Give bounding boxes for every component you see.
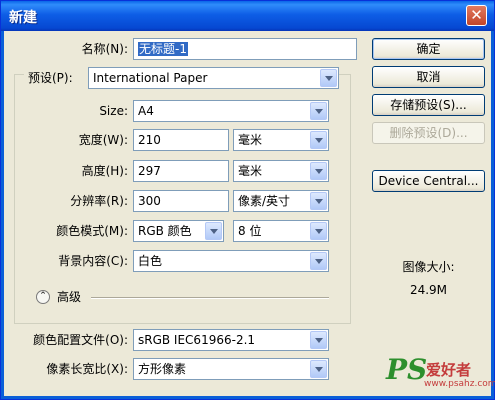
resolution-field[interactable]: 300 [133, 190, 229, 212]
resolution-label: 分辨率(R): [70, 194, 128, 208]
chevron-down-icon [320, 69, 337, 87]
close-button[interactable]: ✕ [466, 5, 487, 26]
preset-select[interactable]: International Paper [88, 67, 339, 89]
width-field[interactable]: 210 [133, 129, 229, 151]
pixel-aspect-label: 像素长宽比(X): [46, 362, 128, 376]
chevron-down-icon [310, 102, 327, 120]
color-profile-select[interactable]: sRGB IEC61966-2.1 [133, 329, 329, 351]
width-unit-select[interactable]: 毫米 [233, 129, 329, 151]
chevron-down-icon [310, 131, 327, 149]
background-label: 背景内容(C): [58, 254, 128, 268]
resolution-unit-select[interactable]: 像素/英寸 [233, 190, 329, 212]
title-bar[interactable]: 新建 ✕ [1, 1, 494, 31]
save-preset-button[interactable]: 存储预设(S)... [372, 94, 485, 116]
height-unit-select[interactable]: 毫米 [233, 160, 329, 182]
dialog-title: 新建 [9, 10, 37, 26]
name-value: 无标题-1 [138, 42, 188, 56]
chevron-down-icon [310, 252, 327, 270]
width-label: 宽度(W): [78, 133, 128, 147]
preset-value: International Paper [93, 71, 208, 85]
color-mode-label: 颜色模式(M): [56, 224, 128, 238]
watermark-logo: PS 爱好者 www.psahz.com [386, 353, 495, 393]
height-unit-value: 毫米 [238, 164, 263, 178]
advanced-divider [91, 297, 329, 299]
cancel-button[interactable]: 取消 [372, 66, 485, 88]
name-field[interactable]: 无标题-1 [133, 38, 357, 60]
color-profile-label: 颜色配置文件(O): [33, 333, 128, 347]
ok-button[interactable]: 确定 [372, 38, 485, 60]
chevron-down-icon [310, 222, 327, 240]
height-field[interactable]: 297 [133, 160, 229, 182]
pixel-aspect-value: 方形像素 [138, 362, 187, 376]
new-document-dialog: 新建 ✕ 名称(N): 无标题-1 预设(P): International P… [0, 0, 495, 400]
image-size-label: 图像大小: [402, 260, 455, 274]
chevron-up-icon: ⌃ [39, 291, 47, 301]
name-label: 名称(N): [81, 42, 128, 56]
color-mode-value: RGB 颜色 [138, 224, 192, 238]
chevron-down-icon [310, 360, 327, 378]
chevron-down-icon [310, 331, 327, 349]
delete-preset-button: 删除预设(D)... [372, 122, 485, 144]
resolution-unit-value: 像素/英寸 [238, 194, 291, 208]
size-value: A4 [138, 104, 154, 118]
advanced-label: 高级 [57, 290, 82, 304]
watermark-cn: 爱好者 [426, 361, 472, 379]
chevron-down-icon [310, 192, 327, 210]
dialog-body: 名称(N): 无标题-1 预设(P): International Paper … [4, 31, 491, 396]
background-select[interactable]: 白色 [133, 250, 329, 272]
watermark-url: www.psahz.com [424, 379, 495, 389]
pixel-aspect-select[interactable]: 方形像素 [133, 358, 329, 380]
width-unit-value: 毫米 [238, 133, 263, 147]
color-mode-select[interactable]: RGB 颜色 [133, 220, 224, 242]
advanced-toggle[interactable]: ⌃ [36, 290, 50, 304]
chevron-down-icon [205, 222, 222, 240]
device-central-button[interactable]: Device Central... [372, 170, 485, 192]
watermark-ps: PS [386, 353, 428, 386]
image-size-value: 24.9M [409, 283, 448, 297]
color-profile-value: sRGB IEC61966-2.1 [138, 333, 256, 347]
size-label: Size: [99, 104, 128, 118]
close-icon: ✕ [470, 6, 483, 24]
bit-depth-select[interactable]: 8 位 [233, 220, 329, 242]
size-select[interactable]: A4 [133, 100, 329, 122]
chevron-down-icon [310, 162, 327, 180]
background-value: 白色 [138, 254, 163, 268]
bit-depth-value: 8 位 [238, 224, 262, 238]
preset-label: 预设(P): [24, 67, 88, 89]
height-label: 高度(H): [81, 164, 128, 178]
